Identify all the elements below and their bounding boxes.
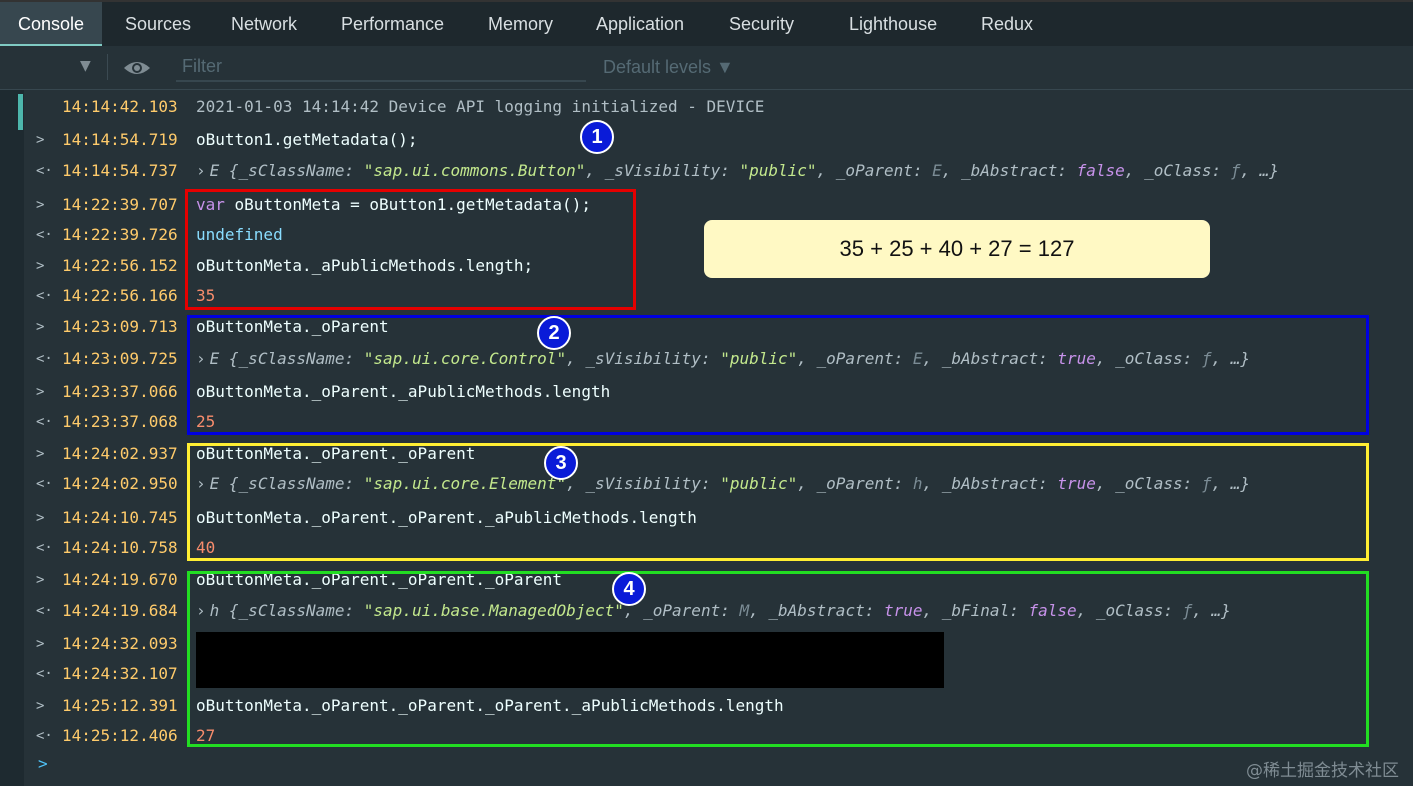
- eye-icon[interactable]: [122, 58, 152, 78]
- console-message: 2021-01-03 14:14:42 Device API logging i…: [196, 97, 765, 116]
- tab-application[interactable]: Application: [596, 2, 684, 46]
- tab-console[interactable]: Console: [0, 2, 103, 46]
- context-dropdown-icon[interactable]: ▼: [80, 58, 91, 74]
- object-summary: E {_sClassName: "sap.ui.commons.Button",…: [209, 161, 1279, 180]
- output-arrow-icon: <·: [36, 351, 53, 367]
- log-levels-dropdown[interactable]: Default levels ▼: [603, 57, 734, 78]
- tab-sources[interactable]: Sources: [125, 2, 191, 46]
- annotation-box-red: [185, 189, 636, 310]
- expand-icon[interactable]: ›: [196, 161, 206, 180]
- annotation-box-yellow: [187, 443, 1369, 561]
- input-arrow-icon: >: [36, 572, 45, 588]
- redacted-region: [196, 632, 944, 688]
- watermark: @稀土掘金技术社区: [1246, 761, 1399, 781]
- timestamp: 14:14:54.737: [62, 161, 178, 180]
- timestamp: 14:24:19.670: [62, 570, 178, 589]
- timestamp: 14:24:19.684: [62, 601, 178, 620]
- output-arrow-icon: <·: [36, 666, 53, 682]
- tab-performance[interactable]: Performance: [341, 2, 444, 46]
- timestamp: 14:23:09.713: [62, 317, 178, 336]
- object-preview[interactable]: › E {_sClassName: "sap.ui.commons.Button"…: [196, 157, 1279, 185]
- timestamp: 14:22:39.707: [62, 195, 178, 214]
- input-arrow-icon: >: [36, 698, 45, 714]
- tab-memory[interactable]: Memory: [488, 2, 553, 46]
- sum-callout: 35 + 25 + 40 + 27 = 127: [704, 220, 1210, 278]
- input-arrow-icon: >: [36, 636, 45, 652]
- input-arrow-icon: >: [36, 258, 45, 274]
- timestamp: 14:24:02.937: [62, 444, 178, 463]
- annotation-box-blue: [187, 315, 1369, 435]
- timestamp: 14:22:39.726: [62, 225, 178, 244]
- console-message: oButton1.getMetadata();: [196, 130, 418, 149]
- timestamp: 14:24:02.950: [62, 474, 178, 493]
- input-arrow-icon: >: [36, 446, 45, 462]
- tab-security[interactable]: Security: [729, 2, 794, 46]
- input-arrow-icon: >: [36, 197, 45, 213]
- output-arrow-icon: <·: [36, 163, 53, 179]
- timestamp: 14:23:09.725: [62, 349, 178, 368]
- step-badge-3: 3: [544, 446, 578, 480]
- timestamp: 14:24:32.093: [62, 634, 178, 653]
- timestamp: 14:24:32.107: [62, 664, 178, 683]
- input-arrow-icon: >: [36, 132, 45, 148]
- timestamp: 14:24:10.758: [62, 538, 178, 557]
- output-arrow-icon: <·: [36, 414, 53, 430]
- timestamp: 14:23:37.068: [62, 412, 178, 431]
- output-arrow-icon: <·: [36, 728, 53, 744]
- devtools-tab-bar: Console Sources Network Performance Memo…: [0, 0, 1413, 46]
- gutter-highlight: [18, 94, 23, 130]
- output-arrow-icon: <·: [36, 476, 53, 492]
- tab-redux[interactable]: Redux: [981, 2, 1033, 46]
- timestamp: 14:23:37.066: [62, 382, 178, 401]
- tab-lighthouse[interactable]: Lighthouse: [849, 2, 937, 46]
- filter-input[interactable]: [176, 52, 586, 82]
- timestamp: 14:22:56.152: [62, 256, 178, 275]
- toolbar-divider: [107, 54, 108, 80]
- output-arrow-icon: <·: [36, 288, 53, 304]
- input-arrow-icon: >: [36, 510, 45, 526]
- output-arrow-icon: <·: [36, 603, 53, 619]
- console-gutter: [0, 90, 24, 786]
- timestamp: 14:14:42.103: [62, 97, 178, 116]
- output-arrow-icon: <·: [36, 227, 53, 243]
- step-badge-2: 2: [537, 316, 571, 350]
- input-arrow-icon: >: [36, 384, 45, 400]
- console-toolbar: ▼ Default levels ▼: [0, 46, 1413, 90]
- timestamp: 14:25:12.391: [62, 696, 178, 715]
- console-prompt[interactable]: >: [38, 754, 48, 773]
- input-arrow-icon: >: [36, 319, 45, 335]
- tab-network[interactable]: Network: [231, 2, 297, 46]
- timestamp: 14:14:54.719: [62, 130, 178, 149]
- timestamp: 14:22:56.166: [62, 286, 178, 305]
- timestamp: 14:25:12.406: [62, 726, 178, 745]
- output-arrow-icon: <·: [36, 540, 53, 556]
- timestamp: 14:24:10.745: [62, 508, 178, 527]
- step-badge-1: 1: [580, 120, 614, 154]
- step-badge-4: 4: [612, 572, 646, 606]
